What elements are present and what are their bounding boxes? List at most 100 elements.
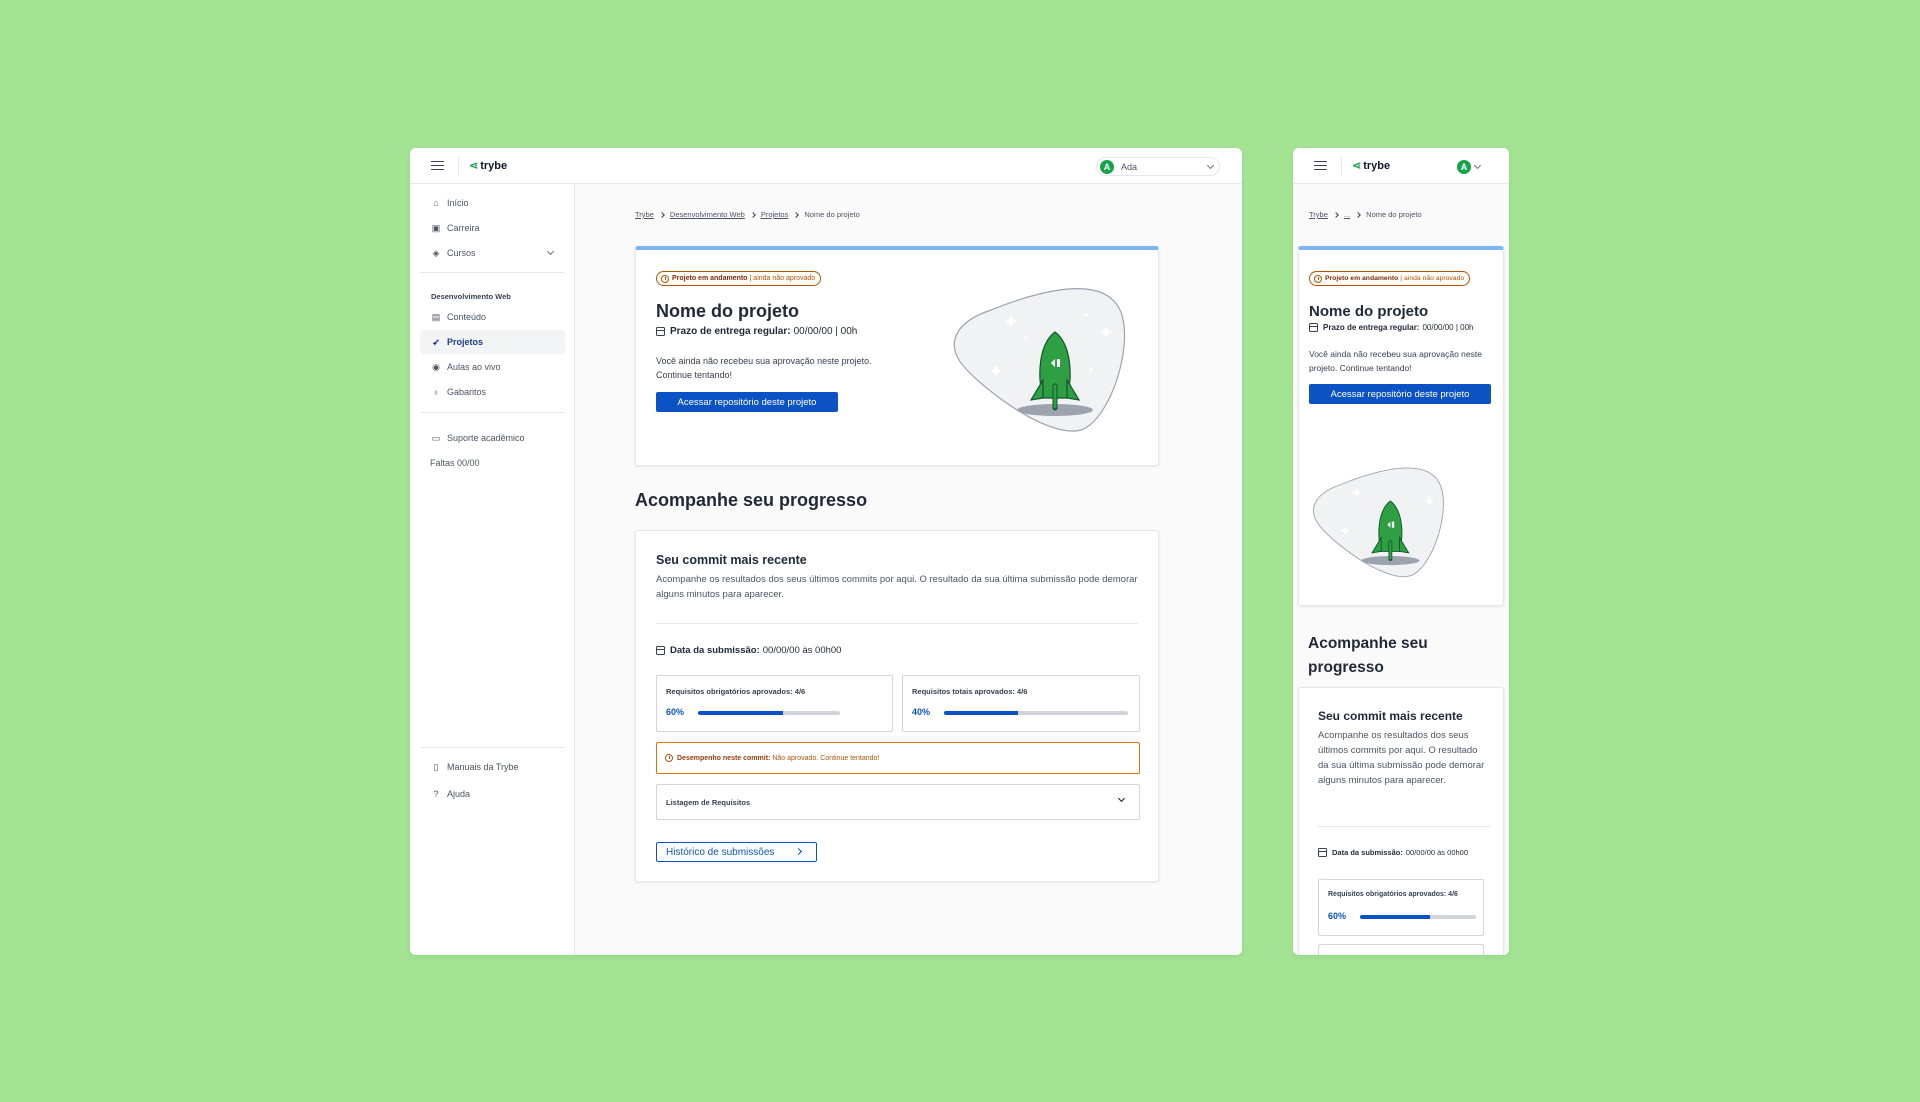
- repo-button[interactable]: Acessar repositório deste projeto: [1309, 384, 1491, 404]
- sidebar-item-label: Suporte acadêmico: [447, 433, 525, 443]
- sidebar-item-conteudo[interactable]: ▤ Conteúdo: [420, 305, 565, 329]
- calendar-icon: [1318, 848, 1327, 857]
- sidebar-item-gabaritos[interactable]: ♁ Gabaritos: [420, 380, 565, 404]
- sidebar-item-manuais[interactable]: ▯ Manuais da Trybe: [420, 755, 565, 779]
- trybe-logo-icon: ⋖: [469, 160, 478, 172]
- requirements-accordion[interactable]: Listagem de Requisitos: [656, 784, 1140, 820]
- breadcrumb: Trybe ... Nome do projeto: [1309, 210, 1422, 219]
- sidebar: ⌂ Início ▣ Carreira ◈ Cursos Desenvolvim…: [410, 184, 575, 955]
- main-content: Trybe Desenvolvimento Web Projetos Nome …: [575, 184, 1242, 955]
- submission-value: 00/00/00 às 00h00: [1405, 848, 1468, 857]
- status-badge: Projeto em andamento | ainda não aprovad…: [1309, 271, 1471, 286]
- sidebar-item-label: Projetos: [447, 337, 484, 347]
- breadcrumb-link[interactable]: Projetos: [761, 210, 789, 219]
- sidebar-item-carreira[interactable]: ▣ Carreira: [420, 216, 565, 240]
- avatar: A: [1457, 159, 1471, 174]
- total-percent: 40%: [912, 707, 931, 717]
- graduation-cap-icon: ◈: [432, 247, 440, 258]
- performance-alert: Desempenho neste commit: Não aprovado. C…: [656, 742, 1140, 774]
- chevron-right-icon: [1355, 211, 1362, 218]
- user-menu[interactable]: A: [1457, 157, 1491, 176]
- total-requirements-label: Requisitos totais aprovados: 4/6: [912, 687, 1028, 696]
- sidebar-item-label: Início: [447, 198, 469, 208]
- breadcrumb-current: Nome do projeto: [804, 210, 860, 219]
- total-progress-bar: [944, 711, 1128, 715]
- rocket-illustration: [953, 288, 1126, 432]
- absences-label: Faltas 00/00: [430, 458, 480, 468]
- logo-text: trybe: [1363, 159, 1391, 172]
- play-circle-icon: ◉: [432, 361, 440, 372]
- submission-label: Data da submissão:: [1332, 848, 1403, 857]
- calendar-icon: [1309, 323, 1318, 332]
- sidebar-item-aulas-ao-vivo[interactable]: ◉ Aulas ao vivo: [420, 355, 565, 379]
- menu-icon[interactable]: [1314, 160, 1327, 171]
- project-card: Projeto em andamento | ainda não aprovad…: [635, 246, 1159, 466]
- status-badge: Projeto em andamento | ainda não aprovad…: [656, 271, 822, 286]
- submission-value: 00/00/00 às 00h00: [762, 645, 842, 656]
- requirements-accordion-label: Listagem de Requisitos: [666, 797, 751, 807]
- deadline-label: Prazo de entrega regular:: [670, 326, 791, 337]
- divider: [420, 747, 565, 748]
- sidebar-item-label: Aulas ao vivo: [447, 362, 501, 372]
- menu-icon[interactable]: [431, 160, 444, 171]
- commit-title: Seu commit mais recente: [1318, 709, 1463, 723]
- commit-card: Seu commit mais recente Acompanhe os res…: [635, 530, 1159, 882]
- deadline-label: Prazo de entrega regular:: [1323, 323, 1420, 332]
- breadcrumb-link[interactable]: Desenvolvimento Web: [670, 210, 745, 219]
- clock-icon: [665, 754, 673, 762]
- sidebar-item-inicio[interactable]: ⌂ Início: [420, 191, 565, 215]
- chevron-right-icon: [1333, 211, 1339, 218]
- mandatory-percent: 60%: [666, 707, 685, 717]
- repo-button[interactable]: Acessar repositório deste projeto: [656, 392, 838, 412]
- breadcrumb-link[interactable]: Trybe: [1309, 210, 1328, 219]
- breadcrumb: Trybe Desenvolvimento Web Projetos Nome …: [635, 210, 860, 219]
- manual-icon: ▯: [433, 761, 439, 772]
- divider: [420, 412, 565, 413]
- deadline-value: 00/00/00 | 00h: [1422, 323, 1474, 332]
- breadcrumb-link[interactable]: Trybe: [635, 210, 654, 219]
- total-requirements-box: [1318, 944, 1484, 955]
- submission-date: Data da submissão: 00/00/00 às 00h00: [1318, 848, 1468, 857]
- user-menu[interactable]: A Ada: [1096, 157, 1220, 176]
- approval-message: Você ainda não recebeu sua aprovação nes…: [1309, 349, 1482, 373]
- clock-icon: [1314, 274, 1322, 283]
- mandatory-requirements-label: Requisitos obrigatórios aprovados: 4/6: [666, 687, 806, 696]
- divider: [420, 272, 565, 273]
- mandatory-requirements-box: Requisitos obrigatórios aprovados: 4/6 6…: [656, 675, 893, 732]
- history-button[interactable]: Histórico de submissões: [656, 842, 817, 862]
- sidebar-item-projetos[interactable]: ➶ Projetos: [420, 330, 565, 354]
- commit-description: Acompanhe os resultados dos seus últimos…: [656, 574, 1138, 600]
- mobile-frame: ⋖ trybe A Trybe ... Nome do projeto Proj…: [1293, 148, 1509, 955]
- commit-description: Acompanhe os resultados dos seus últimos…: [1318, 730, 1485, 786]
- divider: [1318, 826, 1490, 827]
- logo-text: trybe: [480, 159, 508, 172]
- status-separator: |: [749, 275, 752, 282]
- breadcrumb-ellipsis[interactable]: ...: [1344, 210, 1350, 219]
- performance-value: Não aprovado. Continue tentando!: [772, 754, 880, 762]
- performance-label: Desempenho neste commit:: [677, 754, 771, 762]
- rocket-icon: ➶: [432, 336, 440, 347]
- progress-section-title: Acompanhe seu progresso: [1308, 635, 1428, 676]
- sidebar-item-ajuda[interactable]: ? Ajuda: [420, 782, 565, 806]
- sidebar-item-label: Ajuda: [447, 789, 471, 799]
- sidebar-item-label: Gabaritos: [447, 387, 487, 397]
- trybe-logo[interactable]: ⋖ trybe: [469, 159, 508, 173]
- divider: [656, 623, 1138, 624]
- sidebar-item-suporte[interactable]: ▭ Suporte acadêmico: [420, 426, 565, 450]
- history-button-label: Histórico de submissões: [666, 846, 775, 858]
- sidebar-item-label: Manuais da Trybe: [447, 762, 519, 772]
- desktop-frame: ⋖ trybe A Ada ⌂ Início ▣ Carreira ◈ Curs…: [410, 148, 1242, 955]
- breadcrumb-current: Nome do projeto: [1366, 210, 1422, 219]
- sidebar-item-label: Cursos: [447, 248, 476, 258]
- trybe-logo[interactable]: ⋖ trybe: [1352, 159, 1391, 173]
- mandatory-requirements-box: Requisitos obrigatórios aprovados: 4/6 6…: [1318, 879, 1484, 936]
- top-bar: ⋖ trybe A: [1293, 148, 1509, 184]
- status-main: Projeto em andamento: [1325, 275, 1399, 282]
- trybe-logo-icon: ⋖: [1352, 160, 1361, 172]
- calendar-icon: [656, 327, 665, 336]
- sidebar-item-cursos[interactable]: ◈ Cursos: [420, 241, 565, 265]
- chevron-right-icon: [793, 211, 800, 218]
- chevron-down-icon: [546, 247, 555, 256]
- divider: [458, 156, 459, 175]
- sidebar-group-title: Desenvolvimento Web: [431, 292, 511, 301]
